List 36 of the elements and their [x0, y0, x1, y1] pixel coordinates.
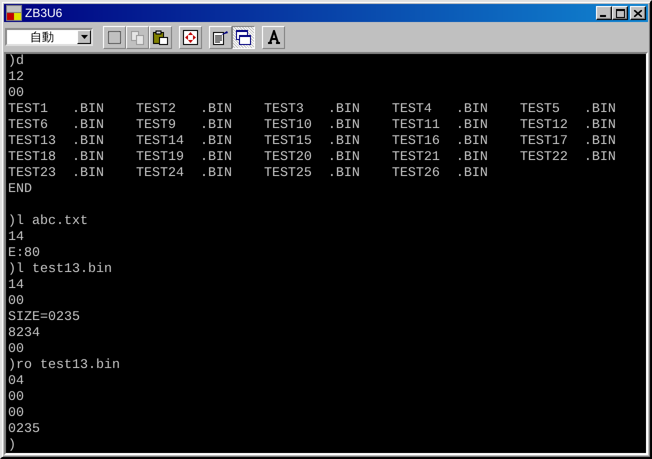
console-line: )	[8, 438, 16, 453]
ms-dos-icon	[6, 5, 22, 21]
console-line: 00	[8, 406, 24, 422]
console-line: 12	[8, 70, 24, 86]
maximize-icon	[616, 8, 624, 18]
console-line: )ro test13.bin	[8, 358, 120, 374]
console-line: 14	[8, 230, 24, 246]
console-line: END	[8, 182, 32, 198]
console-line: 0235	[8, 422, 40, 438]
maximize-button[interactable]	[612, 6, 628, 20]
close-button[interactable]	[630, 6, 646, 20]
letter-a-icon	[266, 30, 280, 44]
window-title: ZB3U6	[25, 6, 64, 20]
toolbar-button[interactable]	[232, 26, 255, 48]
clipboard-icon	[151, 28, 170, 46]
console-line: )d	[8, 54, 24, 70]
console-line: 00	[8, 86, 24, 102]
console-line: SIZE=0235	[8, 310, 80, 326]
console-line: 8234	[8, 326, 40, 342]
console-line: 14	[8, 278, 24, 294]
console-line: )l test13.bin	[8, 262, 112, 278]
console-line: E:80	[8, 246, 40, 262]
console-line: 04	[8, 374, 24, 390]
console-line: 00	[8, 390, 24, 406]
console-line: )l abc.txt	[8, 214, 88, 230]
console-line: TEST1 .BIN TEST2 .BIN TEST3 .BIN TEST4 .BIN TEST5 .BIN	[8, 102, 616, 118]
font-size-dropdown[interactable]: 自動	[5, 28, 93, 46]
console-line: 00	[8, 294, 24, 310]
console-line: TEST6 .BIN TEST9 .BIN TEST10 .BIN TEST11 .BIN TEST12 .BIN	[8, 118, 616, 134]
close-icon	[634, 10, 642, 16]
console-line: 00	[8, 342, 24, 358]
arrows-icon	[181, 28, 200, 46]
console-line: TEST13 .BIN TEST14 .BIN TEST15 .BIN TEST16 .BIN TEST17 .BIN	[8, 134, 616, 150]
minimize-button[interactable]	[596, 6, 612, 20]
console-line: TEST18 .BIN TEST19 .BIN TEST20 .BIN TEST21 .BIN TEST22 .BIN	[8, 150, 616, 166]
console-line: TEST23 .BIN TEST24 .BIN TEST25 .BIN TEST26 .BIN	[8, 166, 488, 182]
